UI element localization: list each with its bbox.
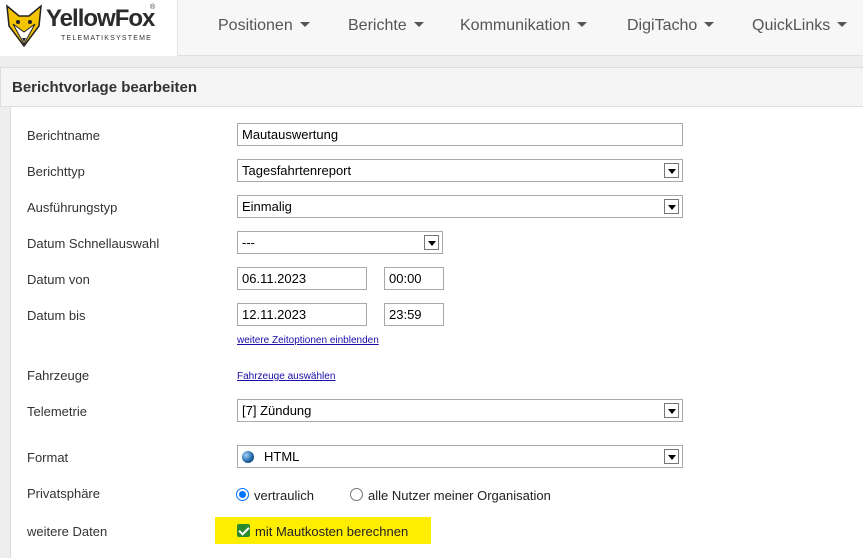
time-from-input[interactable] [384,267,444,290]
caret-down-icon [577,22,588,28]
execution-type-select[interactable]: Einmalig [237,195,683,218]
page-title: Berichtvorlage bearbeiten [12,79,198,96]
radio-confidential-label[interactable]: vertraulich [254,488,314,503]
format-select[interactable]: HTML [237,445,683,468]
dropdown-arrow-icon [664,403,679,418]
format-value: HTML [264,449,300,464]
nav-kommunikation[interactable]: Kommunikation [460,17,588,35]
execution-type-label: Ausführungstyp [27,200,118,215]
caret-down-icon [413,22,424,28]
telemetry-value: [7] Zündung [242,403,312,418]
nav-positionen[interactable]: Positionen [218,17,310,35]
more-time-options-link[interactable]: weitere Zeitoptionen einblenden [237,335,379,346]
nav-quicklinks[interactable]: QuickLinks [752,17,848,35]
report-type-value: Tagesfahrtenreport [242,163,352,178]
vehicles-label: Fahrzeuge [27,368,90,383]
report-name-label: Berichtname [27,128,100,143]
nav-label: Kommunikation [460,17,571,34]
brand-tagline: TELEMATIKSYSTEME [61,35,153,42]
nav-label: QuickLinks [752,17,831,34]
date-quick-select[interactable]: --- [237,231,443,254]
date-quick-label: Datum Schnellauswahl [27,236,160,251]
format-label: Format [27,450,69,465]
dropdown-arrow-icon [664,449,679,464]
brand-registered: ® [150,4,156,11]
toll-costs-checkbox[interactable] [237,524,250,537]
top-navbar: YellowFox ® TELEMATIKSYSTEME Positionen … [0,0,863,56]
nav-label: Berichte [348,17,407,34]
dropdown-arrow-icon [664,163,679,178]
logo[interactable]: YellowFox ® TELEMATIKSYSTEME [0,0,178,56]
report-type-label: Berichttyp [27,164,85,179]
caret-down-icon [704,22,715,28]
select-vehicles-link[interactable]: Fahrzeuge auswählen [237,371,335,382]
report-name-input[interactable] [237,123,683,146]
toll-costs-checkbox-label[interactable]: mit Mautkosten berechnen [255,524,408,539]
execution-type-value: Einmalig [242,199,292,214]
radio-all-users[interactable] [350,488,363,501]
date-from-input[interactable] [237,267,367,290]
date-to-input[interactable] [237,303,367,326]
dropdown-arrow-icon [424,235,439,250]
caret-down-icon [837,22,848,28]
telemetry-select[interactable]: [7] Zündung [237,399,683,422]
date-from-label: Datum von [27,272,90,287]
nav-berichte[interactable]: Berichte [348,17,424,35]
fox-logo-icon [6,4,42,48]
date-to-label: Datum bis [27,308,86,323]
radio-confidential[interactable] [236,488,249,501]
report-type-select[interactable]: Tagesfahrtenreport [237,159,683,182]
brand-name: YellowFox [46,5,155,32]
more-data-label: weitere Daten [27,524,108,539]
radio-all-users-label[interactable]: alle Nutzer meiner Organisation [368,488,551,503]
date-quick-value: --- [242,235,255,250]
caret-down-icon [299,22,310,28]
nav-label: Positionen [218,17,293,34]
panel-header: Berichtvorlage bearbeiten [0,67,863,107]
telemetry-label: Telemetrie [27,404,87,419]
privacy-label: Privatsphäre [27,486,100,501]
globe-icon [242,450,254,463]
nav-digitacho[interactable]: DigiTacho [627,17,715,35]
nav-label: DigiTacho [627,17,698,34]
dropdown-arrow-icon [664,199,679,214]
time-to-input[interactable] [384,303,444,326]
